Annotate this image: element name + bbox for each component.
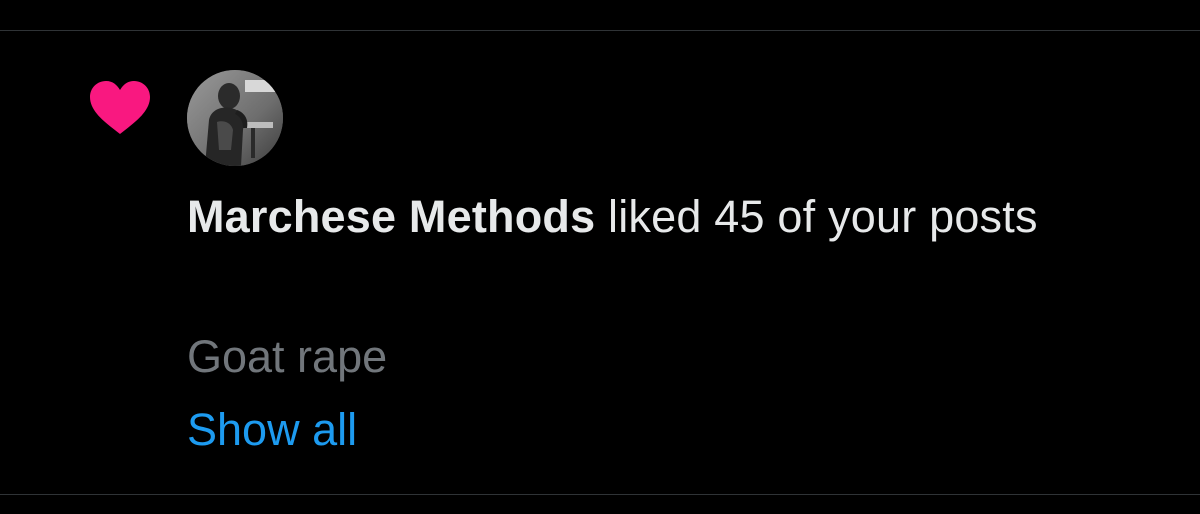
bottom-divider (0, 494, 1200, 495)
show-all-link[interactable]: Show all (187, 399, 357, 461)
post-preview: Goat rape (187, 331, 388, 382)
action-text: liked 45 of your posts (608, 191, 1038, 242)
actor-name[interactable]: Marchese Methods (187, 191, 595, 242)
like-notification[interactable]: Marchese Methods liked 45 of your posts … (0, 0, 1200, 494)
heart-icon (88, 80, 152, 136)
avatar[interactable] (187, 70, 283, 166)
notification-message: Marchese Methods liked 45 of your posts (187, 186, 1127, 248)
